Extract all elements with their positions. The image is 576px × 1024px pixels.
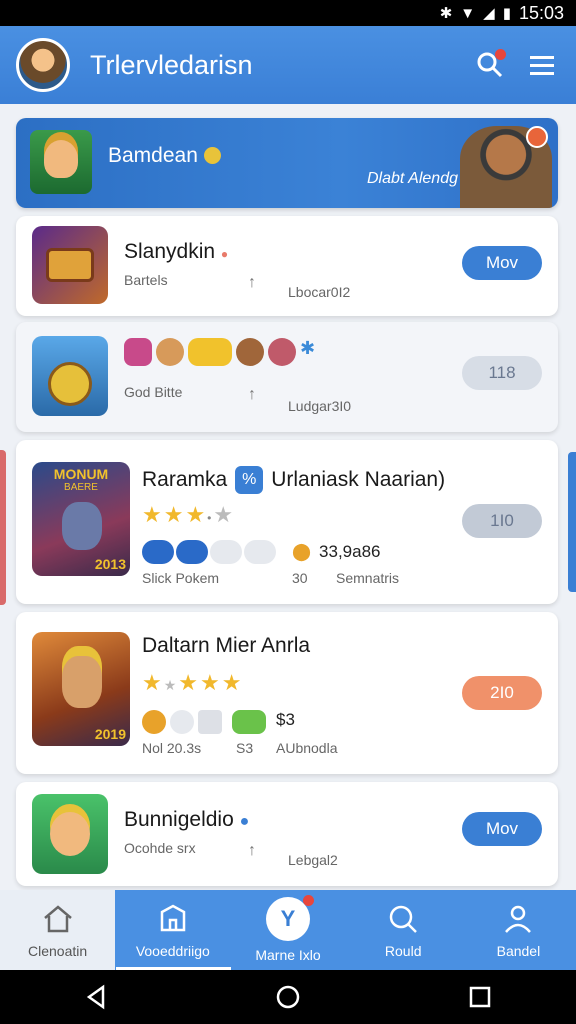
game-stat: ⬤ 33,9a86: [292, 542, 381, 561]
game-thumbnail: MONUM BAERE 2013: [32, 462, 130, 576]
game-card[interactable]: Slanydkin ● Bartels ↑ Lbocar0I2 Mov: [16, 216, 558, 316]
arrow-icon: ↑: [248, 274, 256, 291]
game-meta: Ludgar3I0: [288, 398, 352, 414]
game-meta: Lebgal2: [288, 852, 338, 868]
avatar-group: ✱: [124, 338, 315, 366]
game-label: S3: [236, 740, 254, 756]
rating-stars: ★★★•★: [142, 502, 236, 527]
nav-item-search[interactable]: Rould: [346, 890, 461, 970]
verified-icon: ●: [239, 813, 250, 830]
system-navigation: [0, 970, 576, 1024]
wifi-icon: ▼: [460, 4, 476, 22]
game-thumbnail: [32, 226, 108, 304]
game-card[interactable]: Bunnigeldio ● Ocohde srx ↑ Lebgal2 Mov: [16, 782, 558, 886]
menu-button[interactable]: [524, 47, 560, 83]
side-indicator: [568, 452, 576, 592]
game-title: Raramka % Urlaniask Naarian): [142, 466, 445, 494]
banner-badge: [526, 126, 548, 148]
banner-thumbnail: [30, 130, 92, 194]
progress-pills: [142, 540, 276, 564]
game-developer: Ocohde srx: [124, 840, 196, 856]
play-button[interactable]: Mov: [462, 246, 542, 280]
nav-item-center[interactable]: Y Marne Ixlo: [230, 890, 345, 970]
banner-subtitle: Dlabt Alendg: [366, 170, 458, 187]
status-bar: ✱ ▼ ◢ ▮ 15:03: [0, 0, 576, 26]
game-label: Nol 20.3s: [142, 740, 202, 756]
notification-dot: [495, 49, 506, 60]
game-card[interactable]: 2019 Daltarn Mier Anrla ★★★★★ $3 Nol 20.…: [16, 612, 558, 774]
nav-item-home[interactable]: Clenoatin: [0, 890, 116, 970]
game-thumbnail: [32, 336, 108, 416]
game-stat: $3: [276, 710, 295, 729]
home-icon: [40, 901, 76, 937]
featured-banner[interactable]: Bamdean Dlabt Alendg: [16, 118, 558, 208]
game-label: AUbnodla: [276, 740, 338, 756]
game-card[interactable]: MONUM BAERE 2013 Raramka % Urlaniask Naa…: [16, 440, 558, 604]
arrow-icon: ↑: [248, 386, 256, 403]
game-thumbnail: [32, 794, 108, 874]
game-label: Slick Pokem: [142, 570, 220, 586]
game-title: Daltarn Mier Anrla: [142, 634, 311, 657]
game-card[interactable]: ✱ God Bitte ↑ Ludgar3I0 118: [16, 322, 558, 432]
library-icon: [155, 901, 191, 937]
status-time: 15:03: [518, 2, 564, 23]
coin-icon: [203, 147, 221, 164]
recents-icon[interactable]: [467, 984, 493, 1010]
category-badge: %: [235, 466, 264, 494]
rating-stars: ★★★★★: [142, 670, 244, 695]
price-button[interactable]: 118: [462, 356, 542, 390]
game-title: Bunnigeldio ●: [124, 808, 250, 831]
avatar[interactable]: [16, 38, 70, 92]
game-developer: Bartels: [124, 272, 168, 288]
bottom-navigation: Clenoatin Vooeddriigo Y Marne Ixlo Rould…: [0, 890, 576, 970]
game-developer: God Bitte: [124, 384, 183, 400]
menu-icon: [530, 56, 554, 75]
coins-icon: ⬤: [292, 542, 312, 561]
signal-icon: ◢: [483, 5, 495, 22]
nav-item-library[interactable]: Vooeddriigo: [115, 890, 230, 970]
game-label: Semnatris: [336, 570, 400, 586]
price-button[interactable]: 2I0: [462, 676, 542, 710]
banner-title: Bamdean: [108, 144, 221, 168]
arrow-icon: ↑: [248, 842, 256, 859]
side-indicator: [0, 450, 6, 605]
profile-icon: [500, 901, 536, 937]
home-button-icon[interactable]: [275, 984, 301, 1010]
nav-item-profile[interactable]: Bandel: [461, 890, 576, 970]
price-button[interactable]: 1I0: [462, 504, 542, 538]
play-button[interactable]: Mov: [462, 812, 542, 846]
search-icon: [385, 901, 421, 937]
game-thumbnail: 2019: [32, 632, 130, 746]
app-title: Trlervledarisn: [90, 49, 253, 80]
game-label: 30: [292, 570, 308, 586]
app-bar: Trlervledarisn: [0, 26, 576, 104]
game-meta: Lbocar0I2: [288, 284, 351, 300]
game-title: Slanydkin ●: [124, 240, 229, 263]
back-icon[interactable]: [83, 984, 109, 1010]
bluetooth-icon: ✱: [439, 5, 453, 22]
search-button[interactable]: [472, 47, 508, 83]
status-pill: [232, 710, 266, 734]
battery-icon: ▮: [502, 5, 511, 22]
y-logo-icon: Y: [266, 895, 314, 941]
progress-pills: [142, 710, 222, 734]
